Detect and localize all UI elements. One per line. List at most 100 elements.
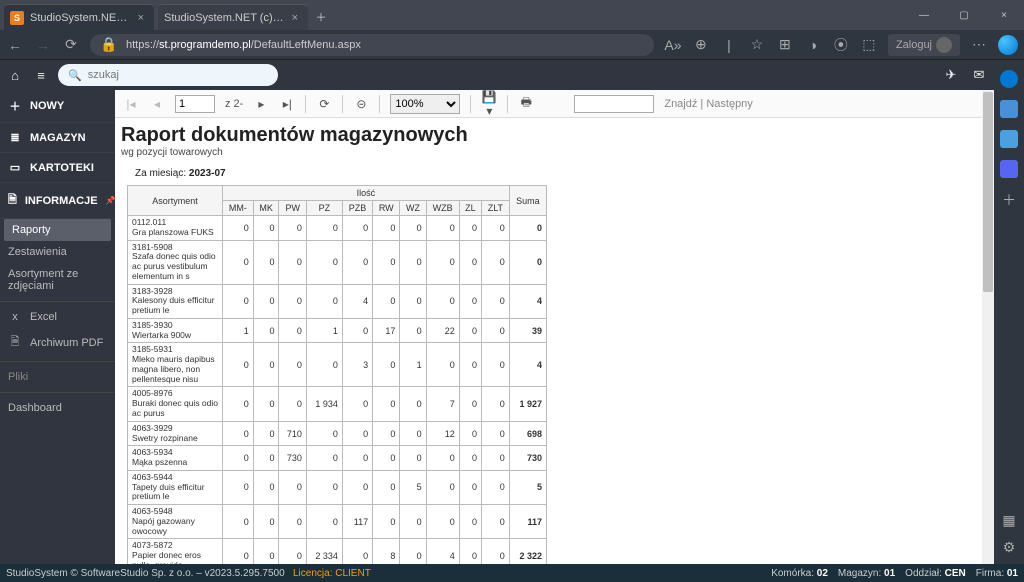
cell-value: 0 [223, 505, 254, 539]
cell-value: 0 [400, 446, 426, 471]
browser-back-icon[interactable]: ← [6, 37, 24, 53]
cell-value: 0 [481, 470, 509, 504]
cell-value: 710 [279, 421, 306, 446]
col-suma: Suma [509, 186, 546, 216]
search-input[interactable] [88, 69, 268, 81]
collections-icon[interactable]: ⊞ [776, 36, 794, 53]
report-title: Raport dokumentów magazynowych [121, 124, 1018, 147]
cell-value: 0 [373, 343, 400, 387]
report-area: Raport dokumentów magazynowych wg pozycj… [115, 118, 1024, 564]
menu-toggle-icon[interactable]: ≡ [32, 68, 50, 83]
favorites-icon[interactable]: ☆ [748, 36, 766, 53]
cell-asortyment: 3185-5931Mleko mauris dapibus magna libe… [128, 343, 223, 387]
browser-tab-2[interactable]: StudioSystem.NET (c) SoftwareS... × [158, 4, 308, 30]
sidebar-item-zestawienia[interactable]: Zestawienia [0, 241, 115, 263]
send-icon[interactable]: ✈ [942, 67, 960, 83]
browser-refresh-icon[interactable]: ⟳ [62, 36, 80, 53]
mail-icon[interactable]: ✉ [970, 67, 988, 83]
edge-search-icon[interactable] [1000, 70, 1018, 88]
find-label[interactable]: Znajdź | Następny [664, 98, 752, 110]
col-MK: MK [253, 201, 279, 216]
menu-magazyn[interactable]: ≣MAGAZYN [0, 123, 115, 153]
edge-tool-icon-1[interactable] [1000, 100, 1018, 118]
cell-value: 0 [373, 470, 400, 504]
ext4-icon[interactable]: ⬚ [860, 36, 878, 53]
cell-value: 0 [253, 343, 279, 387]
cell-value: 0 [459, 343, 481, 387]
sidebar-item-raporty[interactable]: Raporty [4, 219, 111, 241]
menu-nowy[interactable]: ＋NOWY [0, 90, 115, 123]
cell-value: 0 [400, 284, 426, 318]
browser-login-button[interactable]: Zaloguj [888, 34, 960, 56]
cell-value: 0 [253, 505, 279, 539]
cell-value: 0 [481, 446, 509, 471]
window-minimize[interactable]: — [904, 0, 944, 30]
col-MM-: MM- [223, 201, 254, 216]
sidebar-item-excel[interactable]: xExcel [0, 306, 115, 328]
sidebar-item-asortyment[interactable]: Asortyment ze zdjęciami [0, 263, 115, 297]
cell-value: 0 [373, 284, 400, 318]
cell-value: 0 [481, 505, 509, 539]
col-PZ: PZ [306, 201, 342, 216]
report-toolbar: |◂ ◂ z 2- ▸ ▸| ⟳ ⊝ 100% 💾▾ 🖶 Znajdź | Na… [115, 90, 1024, 118]
cell-value: 0 [342, 446, 372, 471]
sidebar-item-dashboard[interactable]: Dashboard [0, 397, 115, 419]
menu-icon[interactable]: ⋯ [970, 36, 988, 53]
ext2-icon[interactable]: ◑ [804, 37, 822, 53]
cell-value: 0 [481, 421, 509, 446]
close-icon[interactable]: × [292, 12, 298, 24]
browser-tab-1[interactable]: S StudioSystem.NET (c) SoftwareS... × [4, 4, 154, 30]
status-item: Firma: 01 [976, 568, 1018, 579]
status-license[interactable]: Licencja: CLIENT [293, 568, 371, 579]
translate-icon[interactable]: ⊕ [692, 36, 710, 53]
prev-page-icon[interactable]: ◂ [149, 97, 165, 111]
cell-value: 0 [400, 387, 426, 421]
menu-kartoteki[interactable]: ▭KARTOTEKI [0, 153, 115, 183]
next-page-icon[interactable]: ▸ [253, 97, 269, 111]
new-tab-button[interactable]: ＋ [308, 4, 334, 30]
close-icon[interactable]: × [138, 12, 144, 24]
window-maximize[interactable]: ▢ [944, 0, 984, 30]
zoom-select[interactable]: 100% [390, 94, 460, 114]
sidebar-item-pdf[interactable]: 🗎Archiwum PDF [0, 328, 115, 357]
export-icon[interactable]: 💾▾ [481, 90, 497, 118]
home-icon[interactable]: ⌂ [6, 68, 24, 83]
cell-value: 0 [306, 216, 342, 241]
table-row: 4063-5934Mąka pszenna007300000000730 [128, 446, 547, 471]
cell-value: 0 [279, 505, 306, 539]
edge-tool-icon-2[interactable] [1000, 130, 1018, 148]
refresh-icon[interactable]: ⟳ [316, 97, 332, 111]
menu-informacje[interactable]: 🗎INFORMACJE📌 [0, 183, 115, 219]
edge-tools-icon[interactable]: ▦ [1002, 512, 1015, 529]
edge-settings-icon[interactable]: ⚙ [1003, 539, 1016, 556]
col-WZB: WZB [426, 201, 459, 216]
vertical-scrollbar[interactable] [982, 90, 994, 564]
print-icon[interactable]: 🖶 [518, 93, 534, 114]
cell-value: 0 [481, 387, 509, 421]
cell-value: 0 [306, 446, 342, 471]
address-bar[interactable]: 🔒 https://st.programdemo.pl/DefaultLeftM… [90, 34, 654, 56]
first-page-icon[interactable]: |◂ [123, 97, 139, 111]
find-input[interactable] [574, 95, 654, 113]
page-input[interactable] [175, 95, 215, 113]
ext3-icon[interactable]: ⦿ [832, 35, 850, 55]
cell-value: 0 [279, 343, 306, 387]
back-icon[interactable]: ⊝ [353, 97, 369, 111]
cell-value: 0 [342, 387, 372, 421]
extensions-icon[interactable]: | [720, 37, 738, 53]
report-table: Asortyment Ilość Suma MM-MKPWPZPZBRWWZWZ… [127, 185, 547, 564]
read-aloud-icon[interactable]: A» [664, 37, 682, 53]
app-search[interactable]: 🔍 [58, 64, 278, 86]
edge-tool-icon-3[interactable] [1000, 160, 1018, 178]
page-total: z 2- [225, 98, 243, 110]
window-close[interactable]: × [984, 0, 1024, 30]
bing-icon[interactable] [998, 35, 1018, 55]
cell-value: 0 [459, 446, 481, 471]
cell-value: 0 [426, 216, 459, 241]
cell-value: 0 [481, 216, 509, 241]
last-page-icon[interactable]: ▸| [279, 97, 295, 111]
edge-add-icon[interactable]: ＋ [1002, 190, 1016, 210]
cell-value: 0 [279, 318, 306, 343]
cell-value: 0 [459, 505, 481, 539]
files-icon: ▭ [8, 161, 22, 174]
